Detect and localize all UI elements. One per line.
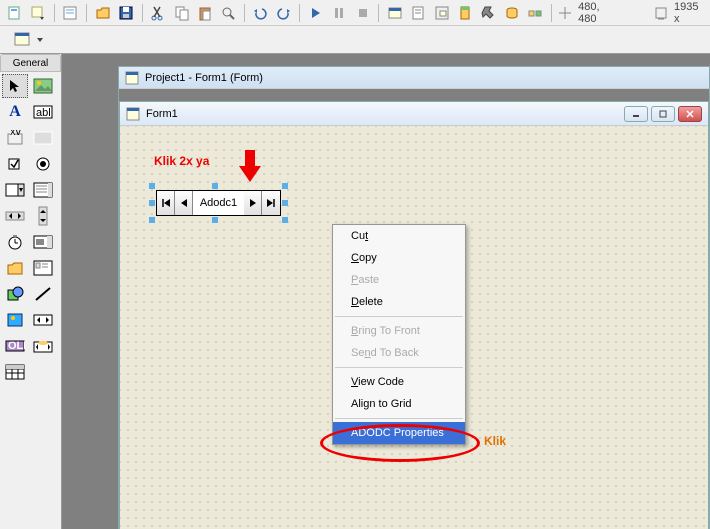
copy-button[interactable]	[171, 2, 192, 24]
position-icon	[557, 5, 572, 21]
svg-text:xv: xv	[10, 130, 22, 138]
adodc-tool[interactable]	[30, 334, 56, 358]
toolbox-panel: General A abl xv OLE	[0, 54, 62, 529]
form-view-button[interactable]	[8, 28, 36, 52]
annotation-klik: Klik	[484, 434, 506, 448]
listbox-tool[interactable]	[30, 178, 56, 202]
shape-tool[interactable]	[2, 282, 28, 306]
ctx-bring-to-front: Bring To Front	[333, 320, 465, 342]
label-tool[interactable]: A	[2, 100, 28, 124]
drivelistbox-tool[interactable]	[30, 230, 56, 254]
adodc-first-button[interactable]	[157, 191, 175, 215]
vscrollbar-tool[interactable]	[30, 204, 56, 228]
pointer-tool[interactable]	[2, 74, 28, 98]
toolbox-button[interactable]	[478, 2, 499, 24]
form-title-text: Form1	[146, 108, 178, 120]
open-button[interactable]	[92, 2, 113, 24]
datagrid-tool[interactable]	[2, 360, 28, 384]
combobox-tool[interactable]	[2, 178, 28, 202]
form-icon	[125, 71, 139, 85]
adodc-last-button[interactable]	[262, 191, 280, 215]
filelistbox-tool[interactable]	[30, 256, 56, 280]
timer-tool[interactable]	[2, 230, 28, 254]
picturebox-tool[interactable]	[30, 74, 56, 98]
svg-text:abl: abl	[36, 107, 51, 119]
new-project-button[interactable]	[4, 2, 25, 24]
ctx-view-code[interactable]: View Code	[333, 371, 465, 393]
undo-button[interactable]	[250, 2, 271, 24]
size-label: 1935 x	[674, 1, 706, 25]
adodc-control-selection[interactable]: Adodc1	[152, 186, 285, 220]
component-manager-button[interactable]	[524, 2, 545, 24]
annotation-klik2x: Klik 2x ya	[154, 154, 209, 168]
frame-tool[interactable]: xv	[2, 126, 28, 150]
checkbox-tool[interactable]	[2, 152, 28, 176]
properties-button[interactable]	[408, 2, 429, 24]
secondary-toolbar	[0, 26, 710, 54]
optionbutton-tool[interactable]	[30, 152, 56, 176]
cut-button[interactable]	[148, 2, 169, 24]
mdi-area: Project1 - Form1 (Form) Form1	[62, 54, 710, 529]
find-button[interactable]	[218, 2, 239, 24]
textbox-tool[interactable]: abl	[30, 100, 56, 124]
hscrollbar-tool[interactable]	[2, 204, 28, 228]
data-view-button[interactable]	[501, 2, 522, 24]
project-titlebar[interactable]: Project1 - Form1 (Form)	[119, 67, 709, 89]
position-label: 480, 480	[578, 1, 619, 25]
project-explorer-button[interactable]	[384, 2, 405, 24]
add-component-dropdown[interactable]	[27, 2, 48, 24]
svg-text:OLE: OLE	[8, 340, 25, 352]
adodc-control[interactable]: Adodc1	[156, 190, 281, 216]
start-button[interactable]	[305, 2, 326, 24]
adodc-prev-button[interactable]	[175, 191, 193, 215]
form-titlebar[interactable]: Form1	[120, 102, 708, 126]
context-menu: Cut Copy Paste Delete Bring To Front Sen…	[332, 224, 466, 445]
dropdown-icon[interactable]	[36, 31, 44, 49]
image-tool[interactable]	[2, 308, 28, 332]
maximize-button[interactable]	[651, 106, 675, 122]
ctx-delete[interactable]: Delete	[333, 291, 465, 313]
form-layout-button[interactable]	[431, 2, 452, 24]
break-button[interactable]	[329, 2, 350, 24]
close-button[interactable]	[678, 106, 702, 122]
form-icon	[126, 107, 140, 121]
dirlistbox-tool[interactable]	[2, 256, 28, 280]
data-tool[interactable]	[30, 308, 56, 332]
end-button[interactable]	[352, 2, 373, 24]
adodc-caption: Adodc1	[193, 191, 244, 215]
redo-button[interactable]	[273, 2, 294, 24]
paste-button[interactable]	[194, 2, 215, 24]
object-browser-button[interactable]	[454, 2, 475, 24]
ctx-align-to-grid[interactable]: Align to Grid	[333, 393, 465, 415]
ctx-cut[interactable]: Cut	[333, 225, 465, 247]
ctx-send-to-back: Send To Back	[333, 342, 465, 364]
adodc-next-button[interactable]	[244, 191, 262, 215]
annotation-arrow-icon	[235, 148, 265, 186]
ole-tool[interactable]: OLE	[2, 334, 28, 358]
size-icon	[653, 5, 668, 21]
toolbox-header: General	[0, 54, 61, 72]
project-title-text: Project1 - Form1 (Form)	[145, 72, 263, 84]
ctx-copy[interactable]: Copy	[333, 247, 465, 269]
ctx-adodc-properties[interactable]: ADODC Properties	[333, 422, 465, 444]
minimize-button[interactable]	[624, 106, 648, 122]
main-toolbar: 480, 480 1935 x	[0, 0, 710, 26]
line-tool[interactable]	[30, 282, 56, 306]
save-button[interactable]	[115, 2, 136, 24]
menu-editor-button[interactable]	[60, 2, 81, 24]
ctx-paste: Paste	[333, 269, 465, 291]
commandbutton-tool[interactable]	[30, 126, 56, 150]
